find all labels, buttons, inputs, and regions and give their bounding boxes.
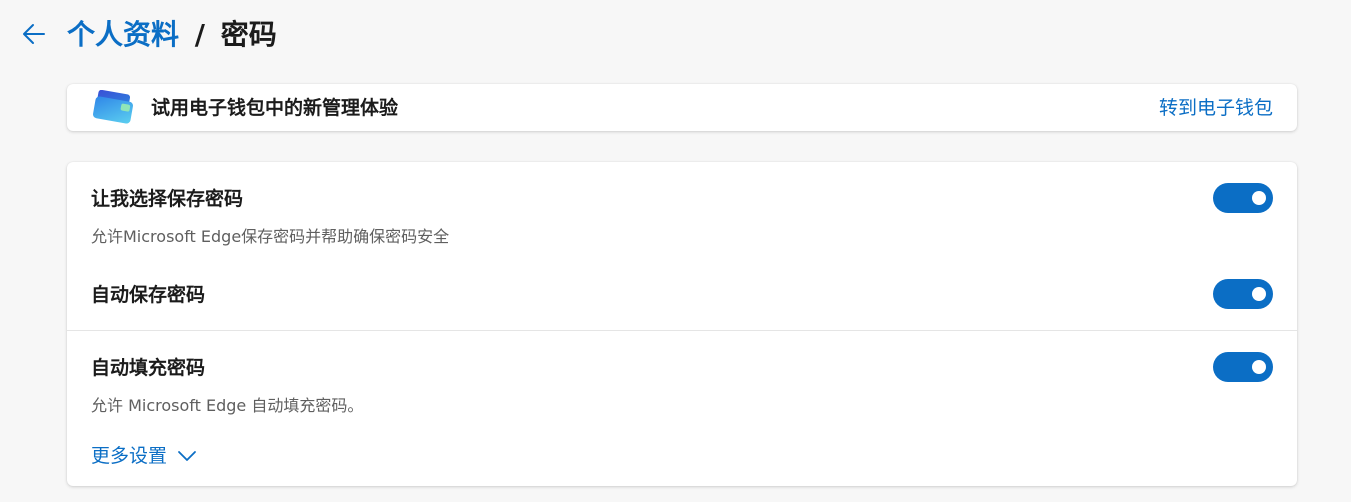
autofill-description: 允许 Microsoft Edge 自动填充密码。 (91, 396, 364, 415)
page-title: 个人资料 / 密码 (67, 15, 277, 55)
offer-to-save-description: 允许Microsoft Edge保存密码并帮助确保密码安全 (91, 227, 450, 246)
autofill-title: 自动填充密码 (91, 357, 206, 379)
wallet-banner: 试用电子钱包中的新管理体验 转到电子钱包 (67, 84, 1297, 131)
more-settings-label: 更多设置 (91, 445, 168, 467)
breadcrumb-separator: / (194, 18, 205, 51)
arrow-left-icon (23, 24, 45, 44)
password-settings-card: 让我选择保存密码 允许Microsoft Edge保存密码并帮助确保密码安全 自… (67, 162, 1297, 486)
wallet-icon (93, 90, 133, 124)
back-button[interactable] (16, 16, 52, 52)
chevron-down-icon (178, 451, 196, 461)
breadcrumb-current: 密码 (220, 18, 277, 51)
divider (67, 330, 1297, 331)
offer-to-save-toggle[interactable] (1213, 183, 1273, 213)
auto-save-toggle[interactable] (1213, 279, 1273, 309)
breadcrumb-profile-link[interactable]: 个人资料 (67, 18, 179, 51)
wallet-banner-text: 试用电子钱包中的新管理体验 (151, 97, 399, 119)
auto-save-title: 自动保存密码 (91, 284, 206, 306)
autofill-toggle[interactable] (1213, 352, 1273, 382)
offer-to-save-title: 让我选择保存密码 (91, 188, 244, 210)
more-settings-button[interactable]: 更多设置 (91, 443, 197, 469)
toggle-knob (1252, 191, 1266, 205)
toggle-knob (1252, 360, 1266, 374)
toggle-knob (1252, 287, 1266, 301)
page-header: 个人资料 / 密码 (0, 0, 1351, 70)
go-to-wallet-link[interactable]: 转到电子钱包 (1159, 96, 1273, 120)
